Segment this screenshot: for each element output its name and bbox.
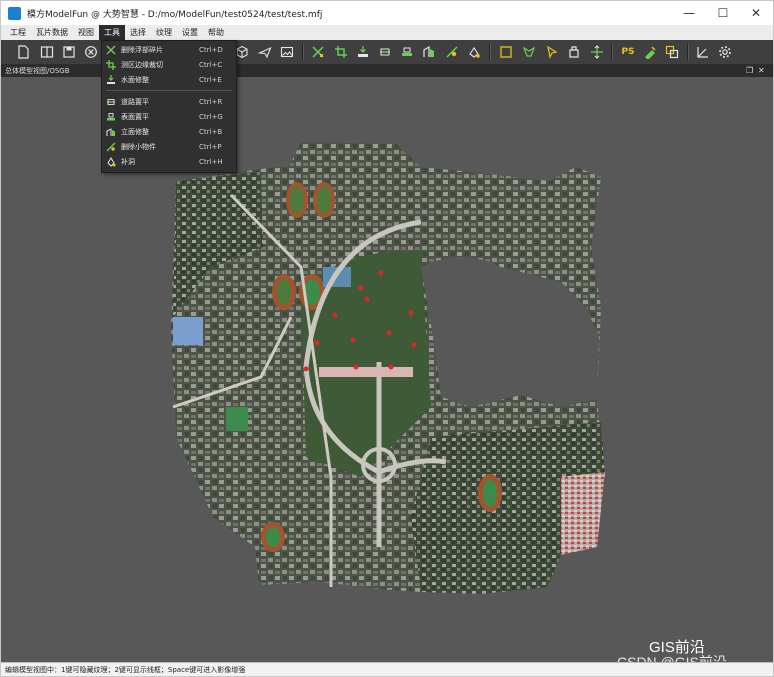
menu-item-remove-small-object[interactable]: 删除小物件 Ctrl+P [102, 139, 236, 154]
menu-item-shortcut: Ctrl+B [199, 127, 223, 136]
photoshop-tool-button[interactable]: PS [618, 44, 638, 60]
surface-flatten-tool-icon[interactable] [399, 44, 415, 60]
menu-bar: 工程 瓦片数据 视图 工具 选择 纹理 设置 帮助 [1, 25, 773, 40]
water-surface-tool-icon[interactable] [355, 44, 371, 60]
window-title: 模方ModelFun @ 大势智慧 - D:/mo/ModelFun/test0… [27, 9, 323, 20]
menu-settings[interactable]: 设置 [177, 25, 203, 40]
menu-tools[interactable]: 工具 [99, 25, 125, 40]
tools-menu-dropdown: 删除浮部碎片 Ctrl+D 测区边缘裁切 Ctrl+C 水面修整 Ctrl+E … [101, 40, 237, 173]
menu-help[interactable]: 帮助 [203, 25, 229, 40]
panel-close-button[interactable]: ✕ [758, 65, 765, 77]
move-tool-icon[interactable] [589, 44, 605, 60]
minimize-button[interactable]: — [672, 1, 706, 25]
settings-gear-icon[interactable] [717, 44, 733, 60]
menu-item-shortcut: Ctrl+D [199, 45, 223, 54]
rect-select-icon[interactable] [498, 44, 514, 60]
toolbar-separator [687, 44, 689, 60]
delete-fragments-tool-icon[interactable] [310, 44, 326, 60]
surface-flatten-icon [105, 111, 117, 123]
menu-item-label: 补洞 [121, 157, 135, 166]
status-bar: 编辑模型视图中：1键可隐藏纹理；2键可显示线框；Space键可进入影像增强 [1, 662, 773, 676]
menu-item-label: 立面修整 [121, 127, 149, 136]
new-file-icon[interactable] [15, 44, 31, 60]
status-text: 编辑模型视图中：1键可隐藏纹理；2键可显示线框；Space键可进入影像增强 [5, 666, 246, 674]
menu-item-shortcut: Ctrl+C [199, 60, 223, 69]
menu-item-edge-crop[interactable]: 测区边缘裁切 Ctrl+C [102, 57, 236, 72]
menu-separator [106, 90, 232, 91]
fill-hole-icon [105, 156, 117, 168]
road-flatten-icon [105, 96, 117, 108]
menu-texture[interactable]: 纹理 [151, 25, 177, 40]
menu-item-label: 测区边缘裁切 [121, 60, 163, 69]
toolbar-separator [489, 44, 491, 60]
app-window: 模方ModelFun @ 大势智慧 - D:/mo/ModelFun/test0… [0, 0, 774, 677]
photoshop-icon: PS [621, 47, 635, 57]
edge-crop-icon [105, 59, 117, 71]
menu-item-surface-flatten[interactable]: 表面置平 Ctrl+G [102, 109, 236, 124]
delete-fragments-icon [105, 44, 117, 56]
menu-select[interactable]: 选择 [125, 25, 151, 40]
panel-restore-button[interactable]: ❐ [746, 65, 753, 77]
image-icon[interactable] [279, 44, 295, 60]
maximize-button[interactable]: ☐ [706, 1, 740, 25]
split-view-icon[interactable] [39, 44, 55, 60]
menu-item-water-surface[interactable]: 水面修整 Ctrl+E [102, 72, 236, 87]
save-icon[interactable] [61, 44, 77, 60]
clear-selection-icon[interactable] [566, 44, 582, 60]
menu-item-shortcut: Ctrl+G [199, 112, 223, 121]
app-logo-icon [8, 6, 21, 20]
road-flatten-tool-icon[interactable] [377, 44, 393, 60]
menu-item-label: 删除小物件 [121, 142, 156, 151]
texture-edit-icon[interactable] [642, 44, 658, 60]
pointer-select-icon[interactable] [544, 44, 560, 60]
menu-item-shortcut: Ctrl+H [199, 157, 223, 166]
toolbar-separator [611, 44, 613, 60]
cancel-circle-icon[interactable] [83, 44, 99, 60]
menu-item-shortcut: Ctrl+R [199, 97, 223, 106]
plane-icon[interactable] [257, 44, 273, 60]
menu-item-label: 道路置平 [121, 97, 149, 106]
fill-hole-tool-icon[interactable] [466, 44, 482, 60]
menu-item-road-flatten[interactable]: 道路置平 Ctrl+R [102, 94, 236, 109]
menu-tile-data[interactable]: 瓦片数据 [31, 25, 73, 40]
menu-item-delete-fragments[interactable]: 删除浮部碎片 Ctrl+D [102, 42, 236, 57]
menu-item-shortcut: Ctrl+P [199, 142, 222, 151]
edge-crop-tool-icon[interactable] [333, 44, 349, 60]
title-bar: 模方ModelFun @ 大势智慧 - D:/mo/ModelFun/test0… [1, 1, 773, 25]
toolbar-separator [302, 44, 304, 60]
facade-repair-icon [105, 126, 117, 138]
close-button[interactable]: ✕ [739, 1, 773, 25]
facade-repair-tool-icon[interactable] [421, 44, 437, 60]
menu-item-shortcut: Ctrl+E [199, 75, 222, 84]
menu-item-label: 删除浮部碎片 [121, 45, 163, 54]
measure-angle-icon[interactable] [695, 44, 711, 60]
menu-view[interactable]: 视图 [73, 25, 99, 40]
texture-replace-icon[interactable] [664, 44, 680, 60]
menu-item-label: 水面修整 [121, 75, 149, 84]
menu-item-facade-repair[interactable]: 立面修整 Ctrl+B [102, 124, 236, 139]
lasso-select-icon[interactable] [521, 44, 537, 60]
panel-title: 总体模型视图/OSGB [5, 67, 70, 75]
menu-item-label: 表面置平 [121, 112, 149, 121]
remove-small-object-icon [105, 141, 117, 153]
menu-project[interactable]: 工程 [5, 25, 31, 40]
water-surface-icon [105, 74, 117, 86]
remove-small-object-tool-icon[interactable] [444, 44, 460, 60]
menu-item-fill-hole[interactable]: 补洞 Ctrl+H [102, 154, 236, 169]
